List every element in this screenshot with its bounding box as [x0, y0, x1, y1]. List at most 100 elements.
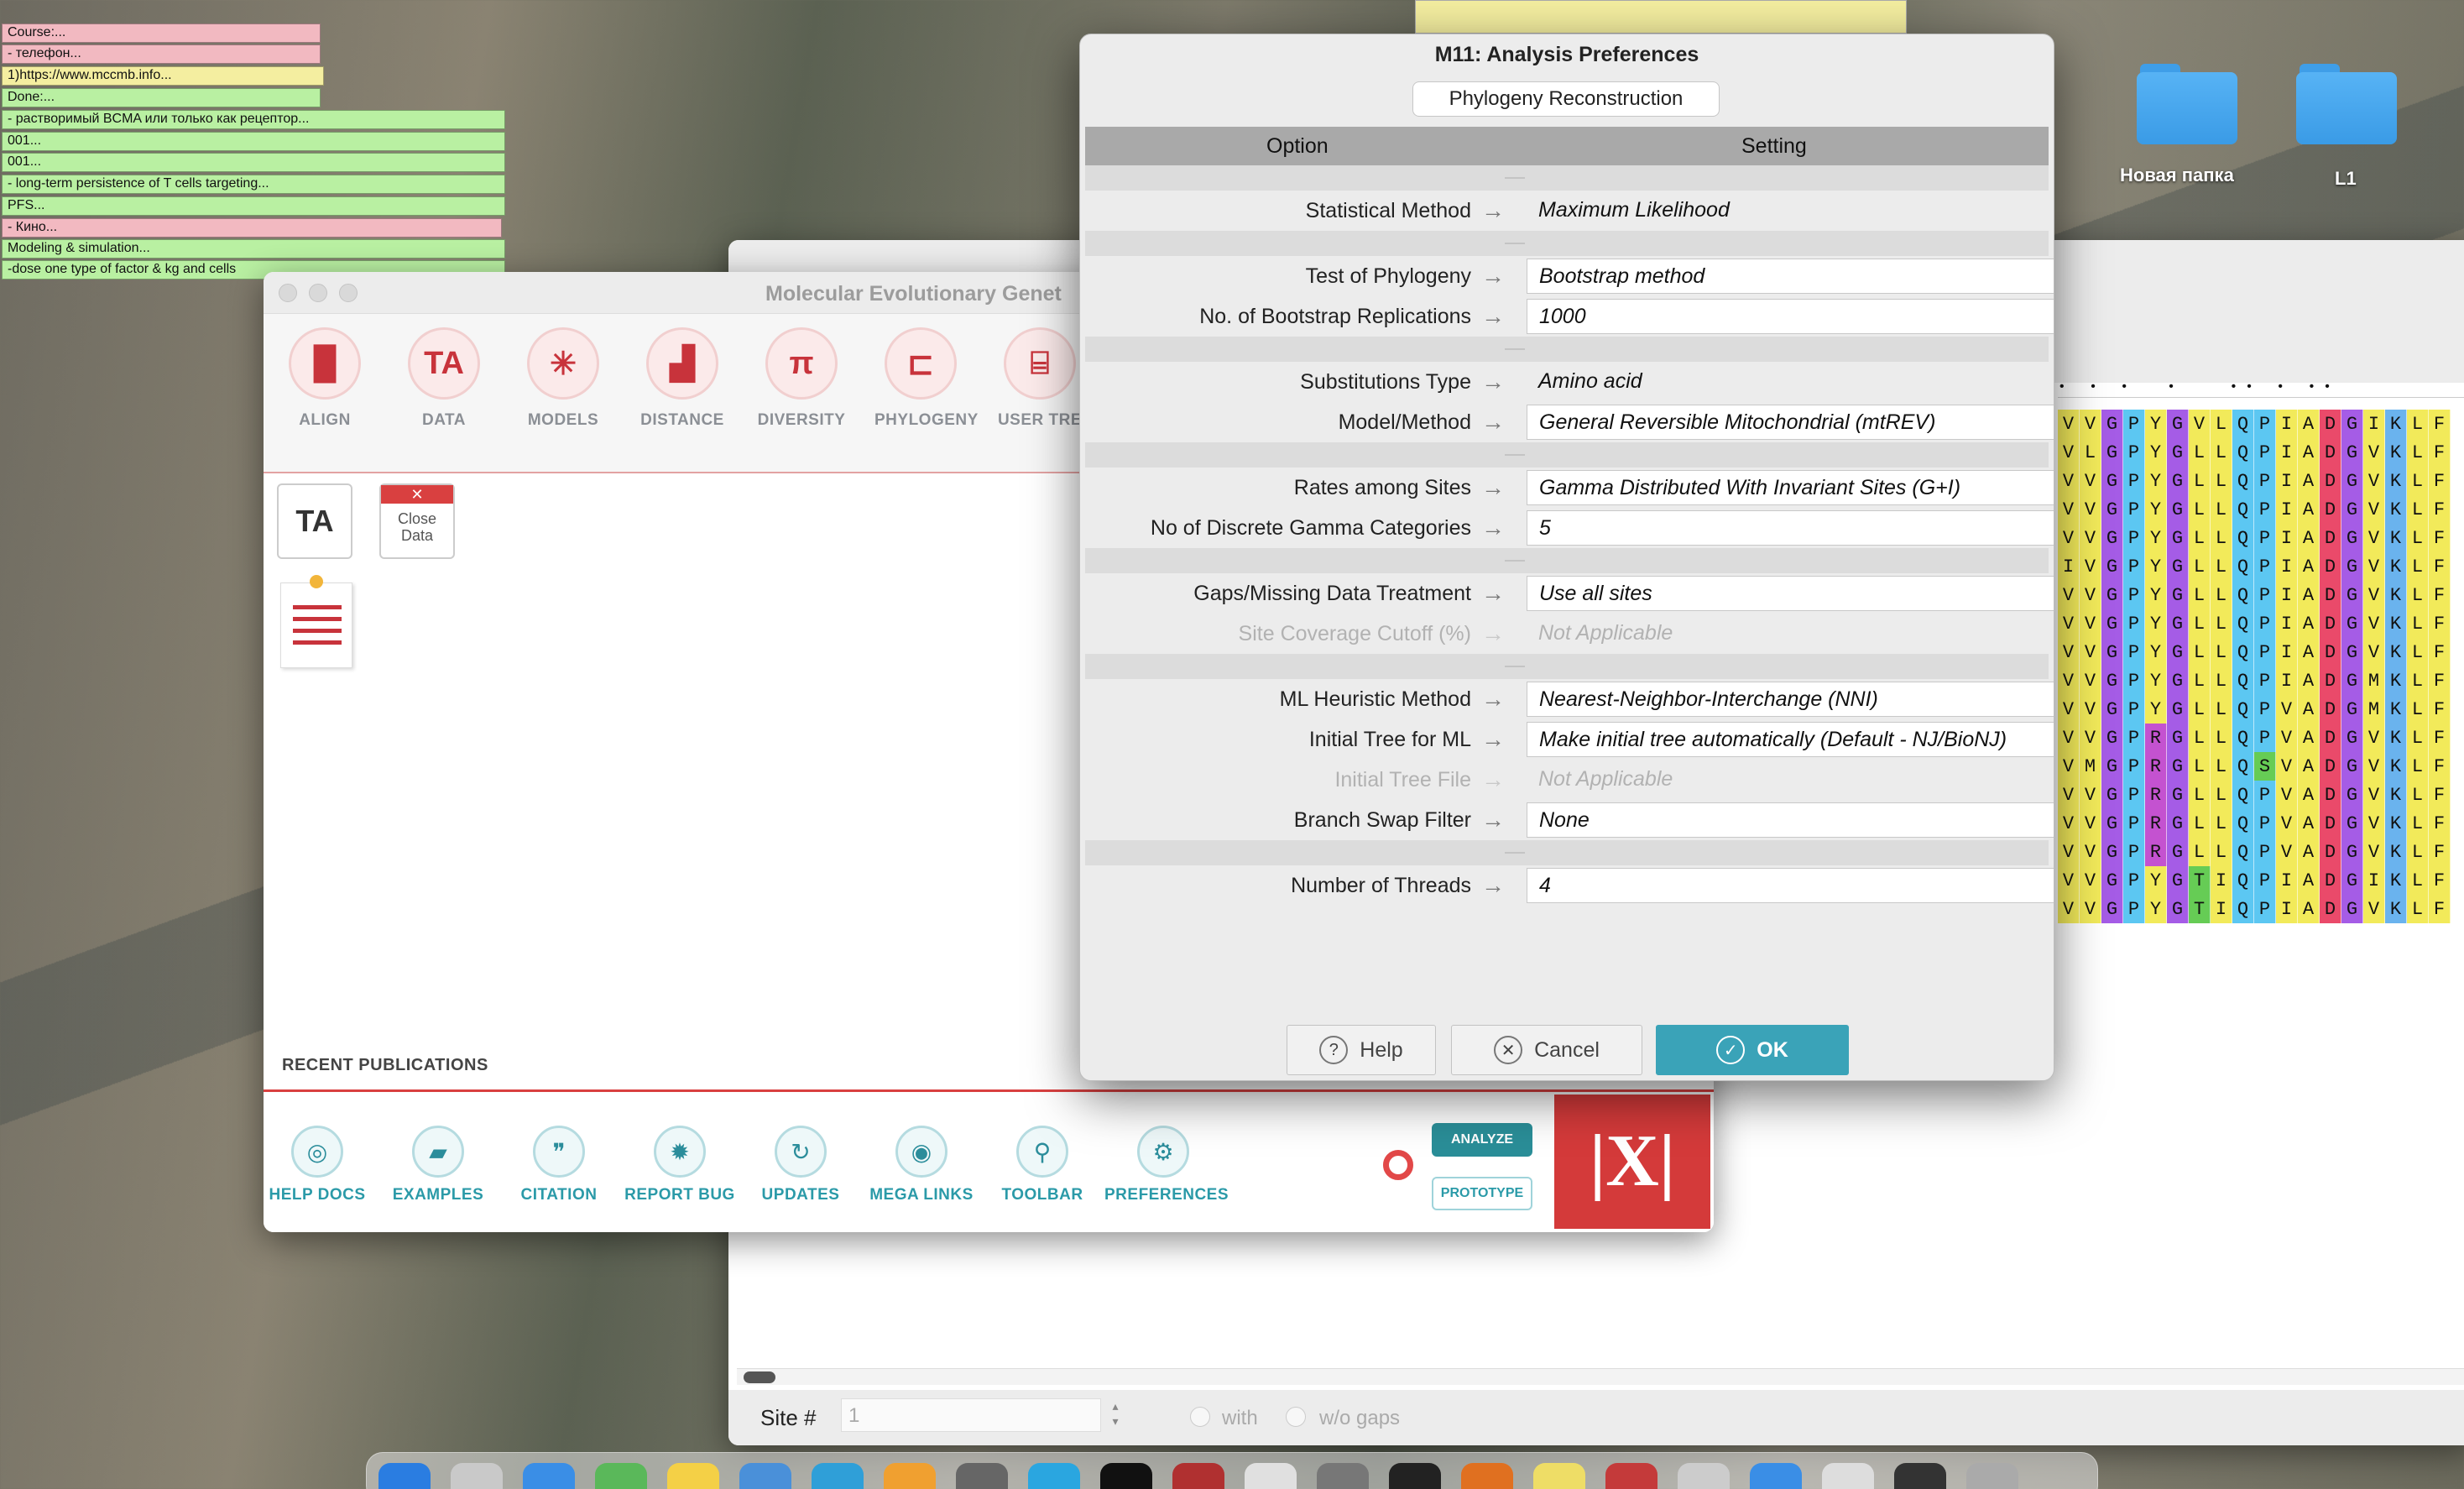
residue-cell[interactable]: G [2167, 552, 2189, 581]
residue-cell[interactable]: G [2167, 666, 2189, 695]
residue-cell[interactable]: L [2189, 467, 2211, 495]
option-row[interactable]: Test of Phylogeny → Bootstrap method [1085, 256, 2054, 296]
residue-cell[interactable]: D [2320, 438, 2341, 467]
residue-cell[interactable]: P [2254, 838, 2276, 866]
residue-cell[interactable]: V [2080, 838, 2101, 866]
residue-cell[interactable]: Q [2232, 581, 2254, 609]
residue-cell[interactable]: M [2363, 666, 2385, 695]
residue-cell[interactable]: I [2276, 410, 2298, 438]
residue-cell[interactable]: I [2276, 467, 2298, 495]
with-gaps-radio[interactable] [1190, 1407, 1210, 1427]
residue-cell[interactable]: P [2254, 467, 2276, 495]
residue-cell[interactable]: V [2276, 752, 2298, 781]
residue-cell[interactable]: G [2341, 638, 2363, 666]
toolbar-user-tre[interactable]: ⌸ USER TRE [994, 327, 1086, 430]
residue-cell[interactable]: P [2123, 781, 2145, 809]
residue-cell[interactable]: P [2254, 724, 2276, 752]
setting-value[interactable]: 5 [1527, 510, 2054, 546]
residue-cell[interactable]: L [2407, 495, 2429, 524]
residue-cell[interactable]: G [2101, 752, 2123, 781]
residue-cell[interactable]: G [2167, 467, 2189, 495]
residue-cell[interactable]: L [2407, 410, 2429, 438]
sticky-note[interactable]: PFS... [2, 196, 505, 216]
toolbar-models[interactable]: ✳ MODELS [517, 327, 609, 430]
residue-cell[interactable]: P [2123, 638, 2145, 666]
sequence-row[interactable]: VVGPYGLLQPIADGVKLF [2058, 581, 2464, 609]
sequence-row[interactable]: VVGPYGLLQPIADGVKLF [2058, 467, 2464, 495]
residue-cell[interactable]: R [2145, 809, 2167, 838]
residue-cell[interactable]: V [2080, 467, 2101, 495]
setting-value[interactable]: Gamma Distributed With Invariant Sites (… [1527, 470, 2054, 505]
residue-cell[interactable]: L [2189, 495, 2211, 524]
residue-cell[interactable]: K [2385, 781, 2407, 809]
residue-cell[interactable]: Q [2232, 467, 2254, 495]
residue-cell[interactable]: A [2298, 724, 2320, 752]
residue-cell[interactable]: P [2123, 838, 2145, 866]
setting-value[interactable]: 1000 [1527, 299, 2054, 334]
residue-cell[interactable]: G [2341, 895, 2363, 923]
residue-cell[interactable]: A [2298, 438, 2320, 467]
residue-cell[interactable]: S [2254, 752, 2276, 781]
residue-cell[interactable]: V [2080, 495, 2101, 524]
residue-cell[interactable]: D [2320, 581, 2341, 609]
residue-cell[interactable]: P [2123, 695, 2145, 724]
residue-cell[interactable]: A [2298, 524, 2320, 552]
folder-icon[interactable] [1894, 1463, 1946, 1489]
residue-cell[interactable]: Y [2145, 666, 2167, 695]
residue-cell[interactable]: M [2080, 752, 2101, 781]
sequence-row[interactable]: VVGPRGLLQPVADGVKLF [2058, 809, 2464, 838]
sequence-row[interactable]: VVGPYGTIQPIADGIKLF [2058, 866, 2464, 895]
residue-cell[interactable]: V [2363, 495, 2385, 524]
residue-cell[interactable]: L [2211, 781, 2232, 809]
residue-cell[interactable]: Y [2145, 438, 2167, 467]
residue-cell[interactable]: L [2211, 524, 2232, 552]
residue-cell[interactable]: I [2276, 438, 2298, 467]
residue-cell[interactable]: K [2385, 581, 2407, 609]
residue-cell[interactable]: Q [2232, 666, 2254, 695]
residue-cell[interactable]: G [2341, 609, 2363, 638]
residue-cell[interactable]: D [2320, 838, 2341, 866]
residue-cell[interactable]: V [2058, 638, 2080, 666]
sequence-row[interactable]: VVGPRGLLQPVADGVKLF [2058, 838, 2464, 866]
residue-cell[interactable]: V [2058, 866, 2080, 895]
residue-cell[interactable]: G [2167, 495, 2189, 524]
residue-cell[interactable]: F [2429, 781, 2451, 809]
residue-cell[interactable]: V [2080, 695, 2101, 724]
tool-report-bug[interactable]: ✹ REPORT BUG [621, 1126, 739, 1204]
residue-cell[interactable]: I [2363, 866, 2385, 895]
residue-cell[interactable]: K [2385, 666, 2407, 695]
ta-data-icon[interactable]: TA [277, 483, 352, 559]
option-row[interactable]: Branch Swap Filter → None [1085, 800, 2054, 840]
option-row[interactable]: ML Heuristic Method → Nearest-Neighbor-Int… [1085, 679, 2054, 719]
terminal-icon[interactable] [1389, 1463, 1441, 1489]
residue-cell[interactable]: K [2385, 495, 2407, 524]
residue-cell[interactable]: G [2341, 866, 2363, 895]
option-row[interactable]: Gaps/Missing Data Treatment → Use all site… [1085, 573, 2054, 614]
residue-cell[interactable]: G [2341, 495, 2363, 524]
residue-cell[interactable]: L [2407, 638, 2429, 666]
residue-cell[interactable]: L [2189, 809, 2211, 838]
residue-cell[interactable]: D [2320, 666, 2341, 695]
residue-cell[interactable]: V [2363, 467, 2385, 495]
residue-cell[interactable]: G [2167, 410, 2189, 438]
residue-cell[interactable]: I [2276, 552, 2298, 581]
residue-cell[interactable]: L [2189, 638, 2211, 666]
residue-cell[interactable]: K [2385, 895, 2407, 923]
residue-cell[interactable]: P [2123, 581, 2145, 609]
residue-cell[interactable]: Q [2232, 438, 2254, 467]
residue-cell[interactable]: G [2167, 638, 2189, 666]
residue-cell[interactable]: F [2429, 838, 2451, 866]
lifebuoy-icon[interactable] [1383, 1150, 1413, 1180]
residue-cell[interactable]: G [2341, 838, 2363, 866]
tab-phylogeny-reconstruction[interactable]: Phylogeny Reconstruction [1412, 81, 1720, 117]
sticky-note[interactable]: Modeling & simulation... [2, 239, 505, 259]
residue-cell[interactable]: D [2320, 467, 2341, 495]
residue-cell[interactable]: V [2276, 838, 2298, 866]
residue-cell[interactable]: L [2211, 666, 2232, 695]
residue-cell[interactable]: G [2341, 581, 2363, 609]
residue-cell[interactable]: V [2058, 467, 2080, 495]
sequence-row[interactable]: VVGPYGLLQPIADGVKLF [2058, 638, 2464, 666]
residue-cell[interactable]: Q [2232, 638, 2254, 666]
residue-cell[interactable]: V [2080, 552, 2101, 581]
residue-cell[interactable]: A [2298, 581, 2320, 609]
